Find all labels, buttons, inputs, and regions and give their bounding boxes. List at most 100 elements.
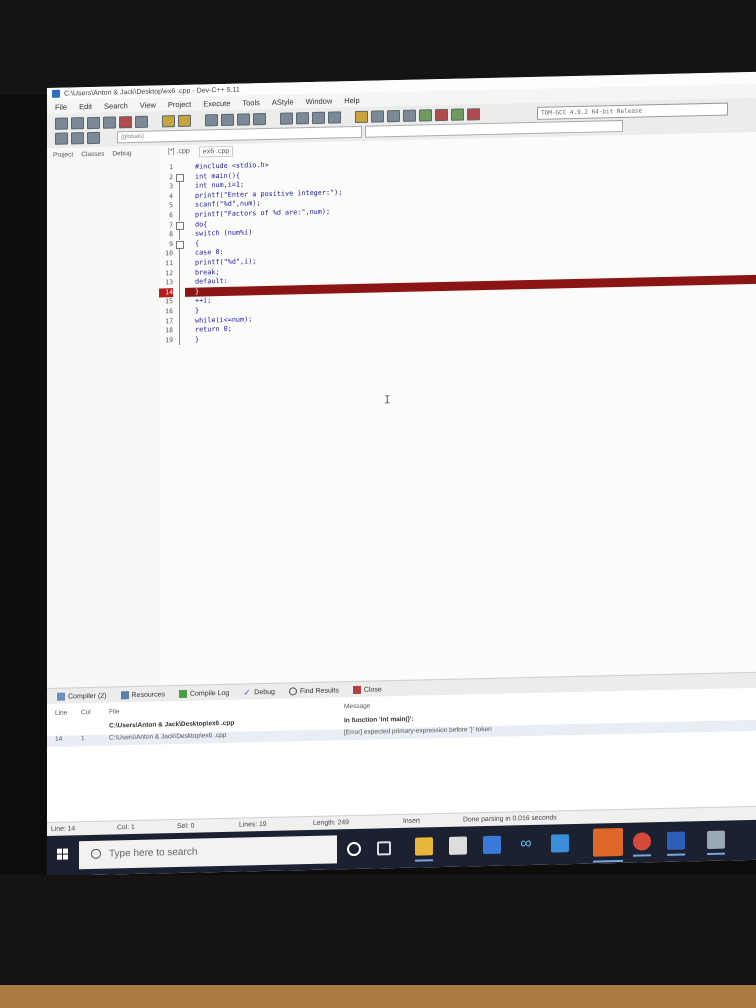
line-number[interactable]: 12 xyxy=(159,269,173,279)
back-icon[interactable] xyxy=(280,112,293,125)
print-icon[interactable] xyxy=(135,115,148,129)
menu-project[interactable]: Project xyxy=(168,99,191,109)
line-number[interactable]: 11 xyxy=(159,259,173,269)
tab-compiler-label: Compiler (2) xyxy=(68,692,107,701)
compile-icon[interactable] xyxy=(355,110,368,124)
menu-execute[interactable]: Execute xyxy=(203,98,230,108)
forward-icon[interactable] xyxy=(296,112,309,125)
menu-window[interactable]: Window xyxy=(306,96,333,106)
check-syntax-icon[interactable] xyxy=(419,109,432,122)
fold-guide xyxy=(179,326,180,336)
line-number[interactable]: 13 xyxy=(159,278,173,288)
file-tab-ex6[interactable]: ex6 .cpp xyxy=(198,145,234,158)
line-number[interactable]: 6 xyxy=(159,211,173,221)
line-number[interactable]: 7 xyxy=(159,221,173,231)
save-all-icon[interactable] xyxy=(103,116,116,129)
message-col: 1 xyxy=(81,735,85,743)
profile-icon[interactable] xyxy=(451,108,464,121)
fold-guide xyxy=(179,287,180,298)
dropbox-icon[interactable] xyxy=(483,835,501,855)
goto-definition-icon[interactable] xyxy=(87,131,100,145)
message-line: 14 xyxy=(55,735,63,743)
windows-start-icon[interactable] xyxy=(57,848,69,861)
status-lines: Lines: 19 xyxy=(239,821,267,829)
compile-run-icon[interactable] xyxy=(387,109,400,123)
close-file-icon[interactable] xyxy=(119,116,132,129)
chrome-icon[interactable] xyxy=(633,832,651,851)
tab-project[interactable]: Project xyxy=(53,151,73,158)
bookmark-icon[interactable] xyxy=(253,113,266,126)
checkmark-icon: ✓ xyxy=(243,687,251,698)
mail-icon[interactable] xyxy=(551,834,569,853)
file-tab-unsaved[interactable]: [*] .cpp xyxy=(165,147,193,159)
replace-icon[interactable] xyxy=(221,113,234,127)
fold-guide xyxy=(179,258,180,269)
line-number[interactable]: 17 xyxy=(159,317,173,327)
line-number[interactable]: 19 xyxy=(159,336,173,346)
line-number[interactable]: 2 xyxy=(159,173,173,183)
tab-resources[interactable]: Resources xyxy=(120,690,165,700)
redo-icon[interactable] xyxy=(178,114,191,128)
tab-compiler[interactable]: Compiler (2) xyxy=(57,692,107,701)
debug-icon[interactable] xyxy=(467,108,480,121)
tab-classes[interactable]: Classes xyxy=(81,151,104,159)
fold-toggle-icon[interactable] xyxy=(176,221,184,230)
menu-astyle[interactable]: AStyle xyxy=(272,97,294,106)
line-number[interactable]: 3 xyxy=(159,182,173,192)
fold-toggle-icon[interactable] xyxy=(176,240,184,249)
line-number[interactable]: 10 xyxy=(159,249,173,259)
menu-search[interactable]: Search xyxy=(104,101,128,111)
compiler-select[interactable]: TDM-GCC 4.9.2 64-bit Release xyxy=(537,102,728,120)
menu-file[interactable]: File xyxy=(55,102,67,111)
line-number[interactable]: 5 xyxy=(159,202,173,212)
arduino-icon[interactable]: ∞ xyxy=(517,835,535,853)
menu-help[interactable]: Help xyxy=(344,95,359,104)
word-icon[interactable] xyxy=(667,831,685,850)
tab-find-results[interactable]: Find Results xyxy=(288,686,339,696)
compile-log-icon xyxy=(178,689,187,699)
header-col: Col xyxy=(81,709,91,717)
file-explorer-icon[interactable] xyxy=(415,837,433,856)
devcpp-app-icon xyxy=(52,89,60,98)
fold-guide xyxy=(179,278,180,288)
run-icon[interactable] xyxy=(371,110,384,123)
menu-tools[interactable]: Tools xyxy=(242,98,260,107)
new-file-icon[interactable] xyxy=(55,117,68,130)
taskbar-search-box[interactable]: Type here to search xyxy=(79,835,337,870)
code-area[interactable]: 1 #include <stdio.h> 2 int main(){3 int num,… xyxy=(159,150,756,683)
store-icon[interactable] xyxy=(449,836,467,855)
tab-debug[interactable]: Debug xyxy=(112,150,131,157)
tab-compile-log[interactable]: Compile Log xyxy=(178,689,229,699)
devcpp-taskbar-icon[interactable] xyxy=(707,830,725,850)
cortana-icon[interactable] xyxy=(347,841,361,857)
goto-declaration-icon[interactable] xyxy=(71,132,84,145)
line-number[interactable]: 4 xyxy=(159,192,173,202)
line-number[interactable]: 8 xyxy=(159,230,173,240)
save-icon[interactable] xyxy=(87,116,100,130)
undo-icon[interactable] xyxy=(162,115,175,128)
fold-toggle-icon[interactable] xyxy=(176,173,184,182)
line-number[interactable]: 9 xyxy=(159,240,173,250)
class-browser-icon[interactable] xyxy=(55,132,68,145)
unindent-icon[interactable] xyxy=(328,111,341,124)
goto-line-icon[interactable] xyxy=(237,113,250,126)
open-file-icon[interactable] xyxy=(71,117,84,130)
rebuild-icon[interactable] xyxy=(403,109,416,122)
line-number[interactable]: 16 xyxy=(159,307,173,317)
code-editor[interactable]: [*] .cpp ex6 .cpp 1 #include <stdio.h> 2 in… xyxy=(159,131,756,686)
line-number[interactable]: 14 xyxy=(159,287,173,298)
line-number[interactable]: 1 xyxy=(159,163,173,173)
text-cursor: I xyxy=(384,393,391,407)
find-icon[interactable] xyxy=(205,114,218,127)
line-number[interactable]: 18 xyxy=(159,326,173,336)
menu-view[interactable]: View xyxy=(140,100,156,109)
stop-icon[interactable] xyxy=(435,108,448,122)
tab-debug-output[interactable]: ✓ Debug xyxy=(243,687,275,698)
edge-browser-icon[interactable] xyxy=(593,827,623,857)
tab-close[interactable]: Close xyxy=(352,685,382,695)
menu-edit[interactable]: Edit xyxy=(79,101,92,110)
message-text: In function 'int main()': xyxy=(344,715,414,725)
indent-icon[interactable] xyxy=(312,111,325,124)
line-number[interactable]: 15 xyxy=(159,297,173,307)
task-view-icon[interactable] xyxy=(377,841,391,856)
